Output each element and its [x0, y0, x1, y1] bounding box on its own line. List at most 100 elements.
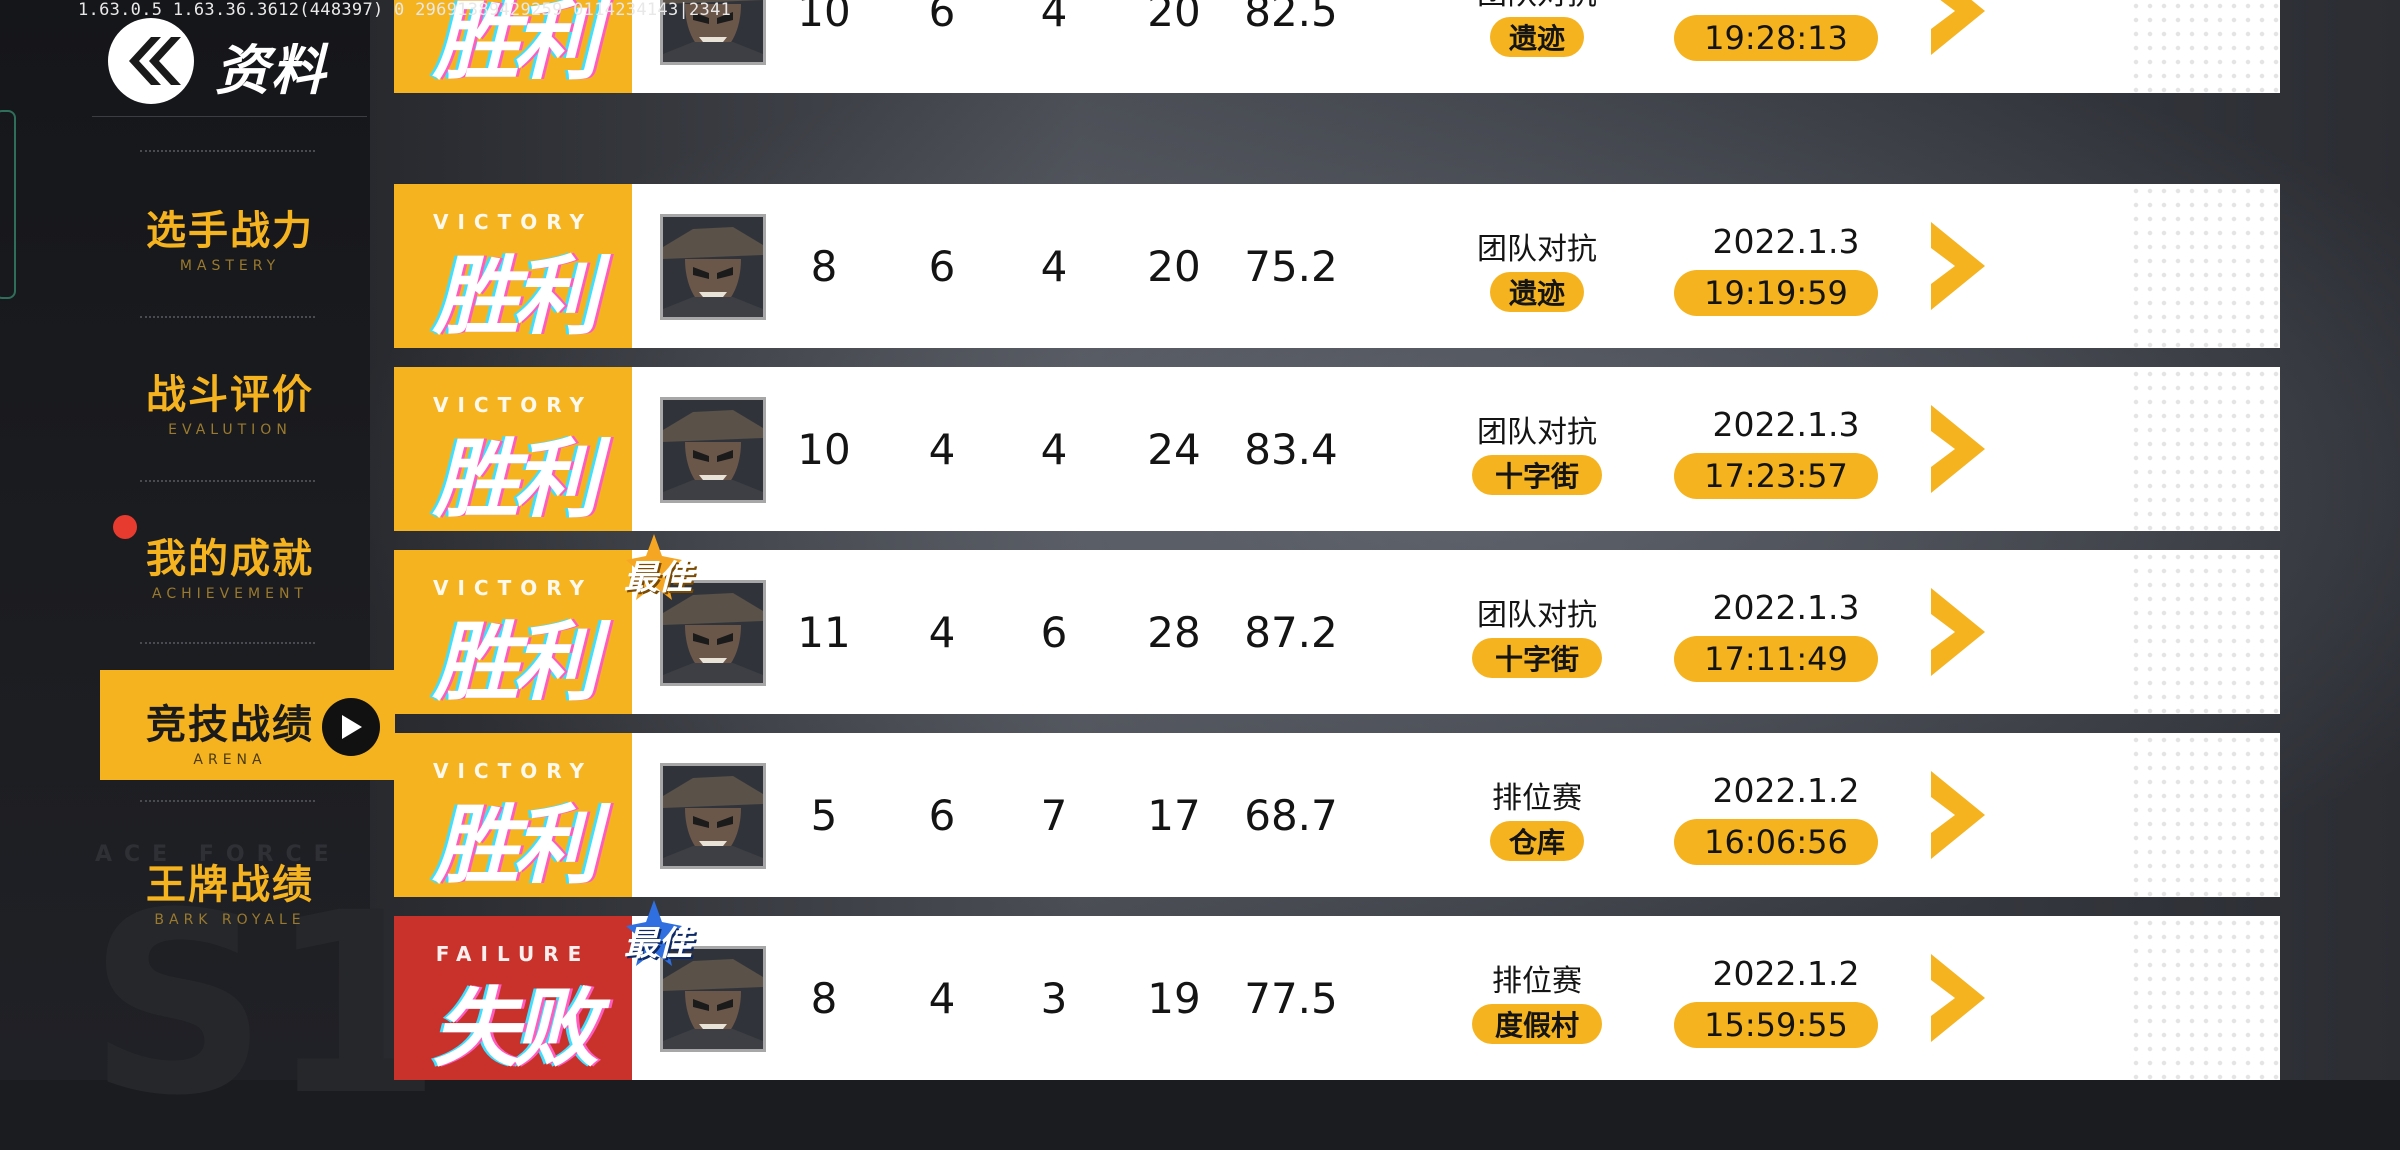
dot-pattern-decoration [2129, 550, 2279, 714]
mode-label: 团队对抗 [1477, 232, 1597, 267]
result-label-zh: 胜利 [433, 247, 599, 347]
sidebar-item-content: 竞技战绩 ARENA [100, 692, 360, 768]
dot-pattern-decoration [2129, 733, 2279, 897]
map-badge: 仓库 [1490, 821, 1584, 861]
sidebar-item-label: 选手战力 [146, 208, 314, 254]
deaths-value: 4 [928, 607, 956, 657]
map-badge: 十字街 [1472, 638, 1602, 678]
map-badge: 遗迹 [1490, 272, 1584, 312]
trophy-value: 17 [1147, 790, 1201, 840]
match-time: 16:06:56 [1674, 819, 1878, 865]
match-time: 15:59:55 [1674, 1002, 1878, 1048]
assists-value: 4 [1040, 241, 1068, 291]
deaths-value: 4 [928, 973, 956, 1023]
best-label: 最佳 [624, 924, 692, 964]
result-badge: VICTORY 胜利 [394, 184, 632, 348]
result-label-zh: 胜利 [433, 613, 599, 713]
back-button[interactable] [108, 18, 194, 104]
chevron-right-icon[interactable] [1929, 954, 1987, 1046]
trophy-value: 28 [1147, 607, 1201, 657]
dot-pattern-decoration [2129, 916, 2279, 1080]
assists-value: 6 [1040, 607, 1068, 657]
deaths-value: 6 [928, 241, 956, 291]
match-date: 2022.1.3 [1666, 0, 1906, 6]
kills-value: 10 [797, 0, 851, 36]
assists-value: 3 [1040, 973, 1068, 1023]
sidebar-item-sublabel: ACHIEVEMENT [152, 586, 308, 602]
match-time: 17:11:49 [1674, 636, 1878, 682]
divider [140, 150, 315, 152]
version-info: 1.63.0.5 1.63.36.3612(448397) 0 29691389… [78, 0, 732, 20]
score-value: 75.2 [1244, 241, 1338, 291]
divider [140, 642, 315, 644]
sidebar-item-label: 王牌战绩 [146, 862, 314, 908]
result-badge: VICTORY 胜利 [394, 367, 632, 531]
chevron-right-icon[interactable] [1929, 0, 1987, 59]
divider [140, 480, 315, 482]
best-label: 最佳 [624, 558, 692, 598]
result-badge: VICTORY 胜利 [394, 733, 632, 897]
sidebar-item-sublabel: EVALUTION [168, 422, 292, 438]
match-time: 17:23:57 [1674, 453, 1878, 499]
result-badge: VICTORY 胜利 [394, 550, 632, 714]
sidebar-item-evaluation[interactable]: 战斗评价 EVALUTION [100, 362, 360, 438]
sidebar-item-label: 我的成就 [146, 536, 314, 582]
score-value: 87.2 [1244, 607, 1338, 657]
match-date: 2022.1.3 [1712, 588, 1860, 627]
sidebar-item-sublabel: ARENA [193, 752, 267, 768]
sidebar-item-sublabel: BARK ROYALE [154, 912, 306, 928]
player-avatar [660, 763, 766, 869]
kills-value: 8 [810, 241, 838, 291]
score-value: 83.4 [1244, 424, 1338, 474]
player-avatar [660, 397, 766, 503]
kills-value: 8 [810, 973, 838, 1023]
dot-pattern-decoration [2129, 184, 2279, 348]
active-indicator-play-icon [322, 698, 380, 756]
sidebar-item-sublabel: MASTERY [179, 258, 281, 274]
score-value: 82.5 [1244, 0, 1338, 36]
match-row[interactable]: VICTORY 胜利 10 4 4 24 83.4 团队对抗 十字街 2022.… [394, 367, 2280, 531]
chevron-right-icon[interactable] [1929, 771, 1987, 863]
match-date: 2022.1.3 [1712, 222, 1860, 261]
mode-label: 排位赛 [1492, 781, 1582, 816]
divider [140, 316, 315, 318]
deaths-value: 6 [928, 0, 956, 36]
match-time: 19:28:13 [1674, 15, 1878, 61]
chevron-right-icon[interactable] [1929, 222, 1987, 314]
sidebar-item-mastery[interactable]: 选手战力 MASTERY [100, 198, 360, 274]
mode-label: 排位赛 [1492, 964, 1582, 999]
assists-value: 4 [1040, 424, 1068, 474]
score-value: 68.7 [1244, 790, 1338, 840]
divider [140, 800, 315, 802]
mode-label: 团队对抗 [1477, 598, 1597, 633]
map-badge: 遗迹 [1490, 17, 1584, 57]
score-value: 77.5 [1244, 973, 1338, 1023]
chevron-right-icon[interactable] [1929, 405, 1987, 497]
result-label-zh: 胜利 [433, 796, 599, 896]
assists-value: 7 [1040, 790, 1068, 840]
match-date: 2022.1.3 [1712, 405, 1860, 444]
player-avatar [660, 214, 766, 320]
map-badge: 十字街 [1472, 455, 1602, 495]
result-label-zh: 失败 [433, 979, 599, 1079]
match-row[interactable]: VICTORY 胜利 5 6 7 17 68.7 排位赛 仓库 2022.1.2… [394, 733, 2280, 897]
double-chevron-left-icon [129, 37, 181, 85]
chevron-right-icon[interactable] [1929, 588, 1987, 680]
match-row[interactable]: VICTORY 胜利 8 6 4 20 75.2 团队对抗 遗迹 2022.1.… [394, 184, 2280, 348]
deaths-value: 4 [928, 424, 956, 474]
match-date: 2022.1.2 [1712, 771, 1860, 810]
page-title: 资料 [215, 39, 327, 102]
trophy-value: 19 [1147, 973, 1201, 1023]
kills-value: 5 [810, 790, 838, 840]
sidebar-item-achievement[interactable]: 我的成就 ACHIEVEMENT [100, 526, 360, 602]
result-label-zh: 胜利 [433, 430, 599, 530]
result-badge: FAILURE 失败 [394, 916, 632, 1080]
best-badge: 最佳 [624, 534, 716, 604]
sidebar-item-bark-royale[interactable]: 王牌战绩 BARK ROYALE [100, 852, 360, 928]
match-date: 2022.1.2 [1712, 954, 1860, 993]
kills-value: 11 [797, 607, 851, 657]
edge-bracket-decoration [0, 110, 16, 299]
dot-pattern-decoration [2129, 0, 2279, 93]
title-divider [92, 116, 367, 117]
sidebar-item-label: 战斗评价 [146, 372, 314, 418]
